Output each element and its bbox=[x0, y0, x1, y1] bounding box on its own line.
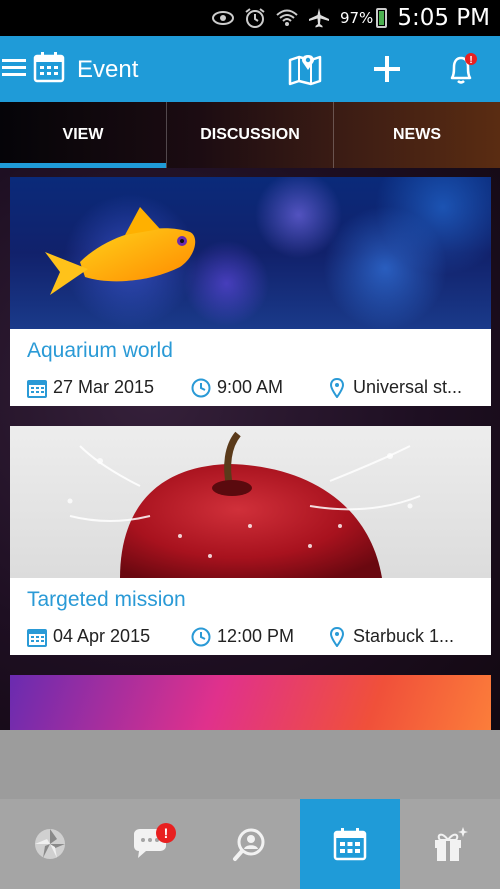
battery-icon bbox=[376, 8, 388, 28]
tab-news[interactable]: NEWS bbox=[334, 102, 500, 168]
clock-icon bbox=[191, 378, 211, 398]
location-pin-icon bbox=[327, 377, 347, 398]
wifi-icon bbox=[276, 7, 298, 29]
event-location: Starbuck 1... bbox=[327, 626, 477, 647]
event-meta: 27 Mar 2015 9:00 AM Universal st... bbox=[10, 369, 491, 406]
event-time-text: 9:00 AM bbox=[217, 377, 284, 397]
calendar-icon bbox=[27, 627, 47, 647]
page-title: Event bbox=[77, 56, 139, 83]
add-event-button[interactable] bbox=[368, 50, 406, 88]
event-meta: 04 Apr 2015 12:00 PM Starbuck 1... bbox=[10, 618, 491, 655]
event-card[interactable]: Aquarium world 27 Mar 2015 9:00 AM Unive… bbox=[10, 177, 491, 406]
profile-search-icon bbox=[233, 828, 265, 861]
eye-icon bbox=[211, 7, 234, 29]
airplane-icon bbox=[308, 7, 330, 29]
chat-badge: ! bbox=[156, 823, 176, 843]
battery-level: 97% bbox=[339, 9, 374, 27]
event-date: 04 Apr 2015 bbox=[27, 626, 191, 647]
fish-illustration bbox=[45, 207, 196, 295]
clock: 5:05 PM bbox=[397, 5, 490, 31]
menu-icon[interactable] bbox=[2, 55, 28, 81]
event-location-text: Starbuck 1... bbox=[353, 626, 455, 646]
apple-illustration bbox=[67, 431, 421, 578]
event-date-text: 27 Mar 2015 bbox=[53, 377, 155, 397]
calendar-icon bbox=[333, 828, 367, 861]
gift-icon bbox=[435, 827, 468, 861]
nav-chat[interactable]: ! bbox=[100, 799, 200, 889]
event-title: Targeted mission bbox=[27, 588, 186, 611]
alarm-icon bbox=[244, 7, 266, 29]
battery-indicator: 97% bbox=[339, 8, 388, 28]
notification-badge-text: ! bbox=[469, 55, 472, 66]
event-time-text: 12:00 PM bbox=[217, 626, 295, 646]
event-time: 12:00 PM bbox=[191, 626, 327, 647]
event-time: 9:00 AM bbox=[191, 377, 327, 398]
bottom-nav: ! bbox=[0, 799, 500, 889]
map-button[interactable] bbox=[286, 50, 324, 88]
status-bar: 97% 5:05 PM bbox=[0, 0, 500, 36]
calendar-icon bbox=[27, 378, 47, 398]
event-image bbox=[10, 426, 491, 578]
nav-profile-search[interactable] bbox=[200, 799, 300, 889]
plus-icon bbox=[374, 56, 400, 82]
overlay-area bbox=[0, 730, 500, 799]
clock-icon bbox=[191, 627, 211, 647]
notifications-button[interactable]: ! bbox=[443, 50, 481, 88]
map-icon bbox=[288, 55, 322, 86]
shutter-icon bbox=[35, 829, 65, 859]
nav-gifts[interactable] bbox=[400, 799, 500, 889]
bell-icon: ! bbox=[450, 53, 477, 84]
event-card[interactable] bbox=[10, 675, 491, 730]
event-image bbox=[10, 177, 491, 329]
event-location: Universal st... bbox=[327, 377, 477, 398]
event-list: Aquarium world 27 Mar 2015 9:00 AM Unive… bbox=[0, 168, 500, 730]
tab-discussion[interactable]: DISCUSSION bbox=[167, 102, 334, 168]
tab-bar: VIEW DISCUSSION NEWS bbox=[0, 102, 500, 168]
event-card[interactable]: Targeted mission 04 Apr 2015 12:00 PM St… bbox=[10, 426, 491, 655]
event-date: 27 Mar 2015 bbox=[27, 377, 191, 398]
tab-view[interactable]: VIEW bbox=[0, 102, 167, 168]
event-date-text: 04 Apr 2015 bbox=[53, 626, 151, 646]
calendar-logo-icon bbox=[33, 51, 65, 83]
event-image bbox=[10, 675, 491, 730]
nav-gallery[interactable] bbox=[0, 799, 100, 889]
event-location-text: Universal st... bbox=[353, 377, 463, 397]
nav-events[interactable] bbox=[300, 799, 400, 889]
location-pin-icon bbox=[327, 626, 347, 647]
app-bar: Event ! bbox=[0, 36, 500, 102]
event-title: Aquarium world bbox=[27, 339, 173, 362]
